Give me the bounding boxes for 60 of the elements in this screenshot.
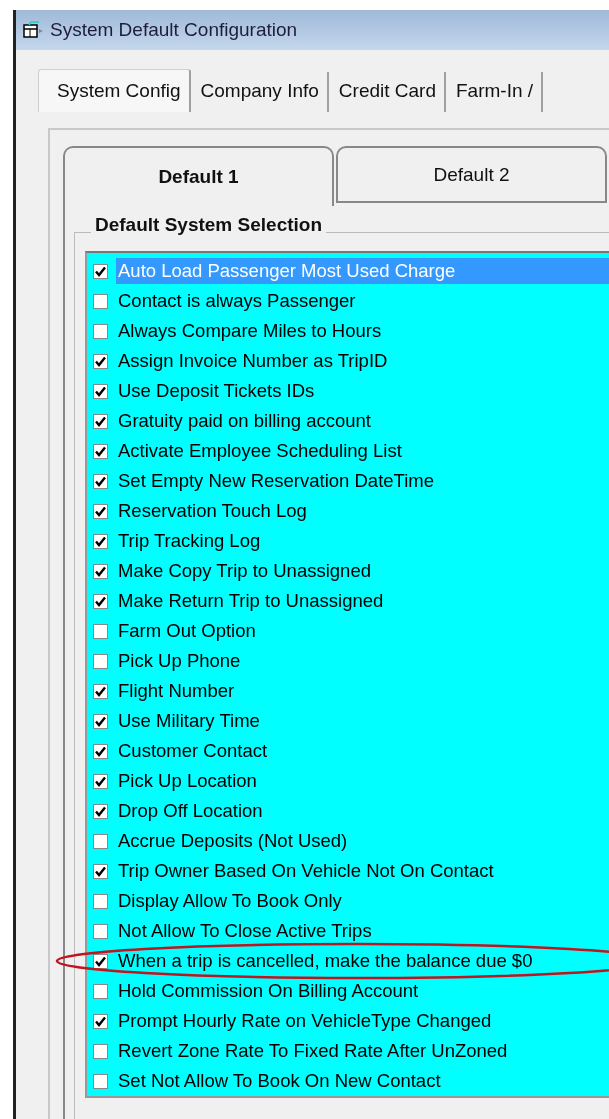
option-label[interactable]: Revert Zone Rate To Fixed Rate After UnZoned [116,1038,510,1064]
checkbox[interactable] [93,863,108,879]
checkbox[interactable] [93,263,108,279]
window-title: System Default Configuration [50,19,298,41]
checkbox[interactable] [93,1013,108,1029]
option-label[interactable]: Activate Employee Scheduling List [116,438,404,464]
tab[interactable]: System Config [38,69,191,112]
checkbox[interactable] [93,293,108,309]
checkbox[interactable] [93,1043,108,1059]
option-label[interactable]: Contact is always Passenger [116,288,358,314]
tab[interactable]: Default 1 [63,146,334,206]
option-label[interactable]: Customer Contact [116,738,270,764]
checkbox[interactable] [93,623,108,639]
option-label[interactable]: Make Return Trip to Unassigned [116,588,386,614]
checkbox[interactable] [93,563,108,579]
option-label[interactable]: Hold Commission On Billing Account [116,978,421,1004]
option-label[interactable]: Reservation Touch Log [116,498,309,524]
option-label[interactable]: Set Not Allow To Book On New Contact [116,1068,443,1094]
option-label[interactable]: Use Deposit Tickets IDs [116,378,317,404]
checkbox[interactable] [93,803,108,819]
checkbox[interactable] [93,353,108,369]
checkbox[interactable] [93,743,108,759]
option-label[interactable]: Not Allow To Close Active Trips [116,918,374,944]
checkbox[interactable] [93,593,108,609]
option-label[interactable]: Pick Up Phone [116,648,243,674]
checkbox[interactable] [93,893,108,909]
checkbox[interactable] [93,413,108,429]
checkbox[interactable] [93,923,108,939]
option-label[interactable]: Trip Owner Based On Vehicle Not On Contact [116,858,496,884]
checkbox[interactable] [93,503,108,519]
option-label[interactable]: Gratuity paid on billing account [116,408,373,434]
option-label[interactable]: Make Copy Trip to Unassigned [116,558,373,584]
checkbox[interactable] [93,833,108,849]
option-label[interactable]: When a trip is cancelled, make the balance due $0 [116,948,535,974]
option-label[interactable]: Assign Invoice Number as TripID [116,348,390,374]
tab[interactable]: Default 2 [336,146,607,203]
checkbox[interactable] [93,533,108,549]
option-label[interactable]: Trip Tracking Log [116,528,263,554]
option-label[interactable]: Display Allow To Book Only [116,888,344,914]
checkbox[interactable] [93,773,108,789]
option-label[interactable]: Always Compare Miles to Hours [116,318,384,344]
checkbox[interactable] [93,953,108,969]
option-label[interactable]: Use Military Time [116,708,262,734]
option-label[interactable]: Set Empty New Reservation DateTime [116,468,436,494]
checkbox[interactable] [93,983,108,999]
checkbox[interactable] [93,383,108,399]
option-label[interactable]: Drop Off Location [116,798,265,824]
option-label[interactable]: Flight Number [116,678,237,704]
checkbox[interactable] [93,473,108,489]
option-label[interactable]: Farm Out Option [116,618,258,644]
checkbox[interactable] [93,683,108,699]
checkbox[interactable] [93,653,108,669]
checkbox[interactable] [93,713,108,729]
option-label[interactable]: Prompt Hourly Rate on VehicleType Changed [116,1008,494,1034]
option-label[interactable]: Accrue Deposits (Not Used) [116,828,350,854]
checkbox[interactable] [93,323,108,339]
checkbox[interactable] [93,1073,108,1089]
window-icon [22,21,44,39]
checkbox[interactable] [93,443,108,459]
option-label[interactable]: Pick Up Location [116,768,259,794]
